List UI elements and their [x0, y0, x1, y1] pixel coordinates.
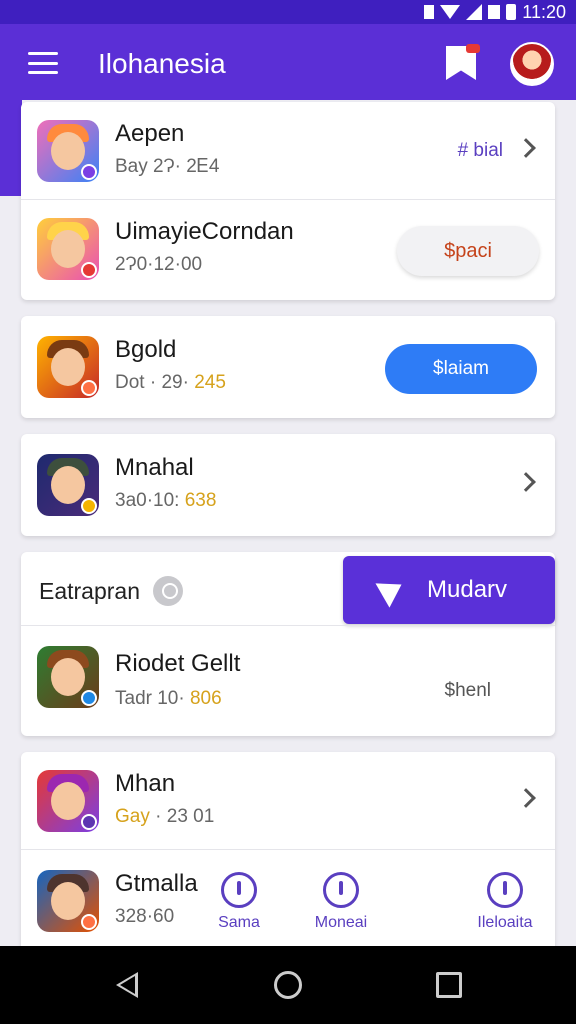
section-header: Eatrapran Mudarv: [21, 552, 555, 626]
tab-sama[interactable]: Sama: [194, 868, 284, 932]
list-item[interactable]: Riodet Gellt Tadr 10· 806 $henl: [21, 632, 555, 730]
system-nav-bar: [0, 946, 576, 1024]
game-card: Bgold Dot · 29· 245 $laiam: [21, 316, 555, 418]
list-item[interactable]: Mnahal 3a0·10: 638: [21, 436, 555, 534]
game-thumbnail: [37, 770, 99, 832]
game-thumbnail: [37, 870, 99, 932]
share-arrow-icon: [375, 572, 409, 608]
back-icon[interactable]: [116, 972, 138, 998]
item-meta: Gay · 23 01: [115, 806, 215, 827]
tab-ileloaita[interactable]: Ileloaita: [460, 868, 550, 932]
item-name: Bgold: [115, 336, 177, 363]
chevron-right-icon: [516, 788, 536, 808]
list-item[interactable]: Bgold Dot · 29· 245 $laiam: [21, 318, 555, 416]
item-name: Mnahal: [115, 454, 194, 481]
bottom-tabs: Sama Moneai Ileloaita: [190, 868, 555, 946]
item-meta: 2Ɂ0·12·00: [115, 254, 203, 275]
battery-icon: [506, 4, 517, 20]
item-meta: 3a0·10: 638: [115, 490, 217, 511]
recent-apps-icon[interactable]: [436, 972, 462, 998]
notification-badge: [466, 44, 480, 53]
game-thumbnail: [37, 120, 99, 182]
price-button[interactable]: $paci: [397, 226, 539, 276]
game-card: Mnahal 3a0·10: 638: [21, 434, 555, 536]
item-name: Riodet Gellt: [115, 650, 241, 677]
item-meta: Bay 2Ɂ· 2Ꭼ4: [115, 156, 220, 177]
tab-moneai[interactable]: Moneai: [296, 868, 386, 932]
item-meta: Tadr 10· 806: [115, 688, 222, 709]
app-title: Ilohanesia: [98, 48, 226, 79]
list-item[interactable]: Mhan Gay · 23 01: [21, 752, 555, 850]
clock-icon: [221, 872, 257, 908]
item-name: Aepen: [115, 120, 185, 147]
list-item[interactable]: Aepen Bay 2Ɂ· 2Ꭼ4 # bial: [21, 102, 555, 200]
status-time: 11:20: [522, 1, 566, 22]
game-thumbnail: [37, 454, 99, 516]
item-meta: Dot · 29· 245: [115, 372, 226, 393]
info-icon[interactable]: [153, 576, 183, 606]
list-item[interactable]: UimayieCorndan 2Ɂ0·12·00 $paci: [21, 200, 555, 298]
game-thumbnail: [37, 646, 99, 708]
item-tag: # bial: [457, 140, 503, 161]
menu-icon[interactable]: [28, 52, 58, 74]
app-bar: Ilohanesia: [0, 24, 576, 100]
section-title: Eatrapran: [39, 578, 141, 604]
chevron-right-icon: [516, 472, 536, 492]
section-card: Eatrapran Mudarv Riodet Gellt Tadr 10· 8…: [21, 552, 555, 736]
avatar[interactable]: [510, 42, 554, 86]
share-label: Mudarv: [427, 576, 508, 603]
info-icon: [323, 872, 359, 908]
data-icon: [488, 5, 501, 19]
item-name: Mhan: [115, 770, 176, 797]
item-name: Gtmalla: [115, 870, 198, 897]
game-thumbnail: [37, 336, 99, 398]
item-name: UimayieCorndan: [115, 218, 294, 245]
bookmark-icon[interactable]: [446, 44, 480, 82]
share-button[interactable]: Mudarv: [343, 556, 555, 624]
install-button[interactable]: $laiam: [385, 344, 537, 394]
home-icon[interactable]: [274, 971, 302, 999]
vibrate-icon: [424, 5, 435, 19]
game-thumbnail: [37, 218, 99, 280]
chevron-right-icon: [516, 138, 536, 158]
signal-icon: [466, 4, 483, 20]
wifi-icon: [440, 5, 461, 19]
game-card: Aepen Bay 2Ɂ· 2Ꭼ4 # bial UimayieCorndan …: [21, 102, 555, 300]
item-price: $henl: [444, 680, 492, 701]
item-meta: 328·60: [115, 906, 175, 927]
alert-icon: [487, 872, 523, 908]
status-bar: 11:20: [0, 0, 576, 24]
